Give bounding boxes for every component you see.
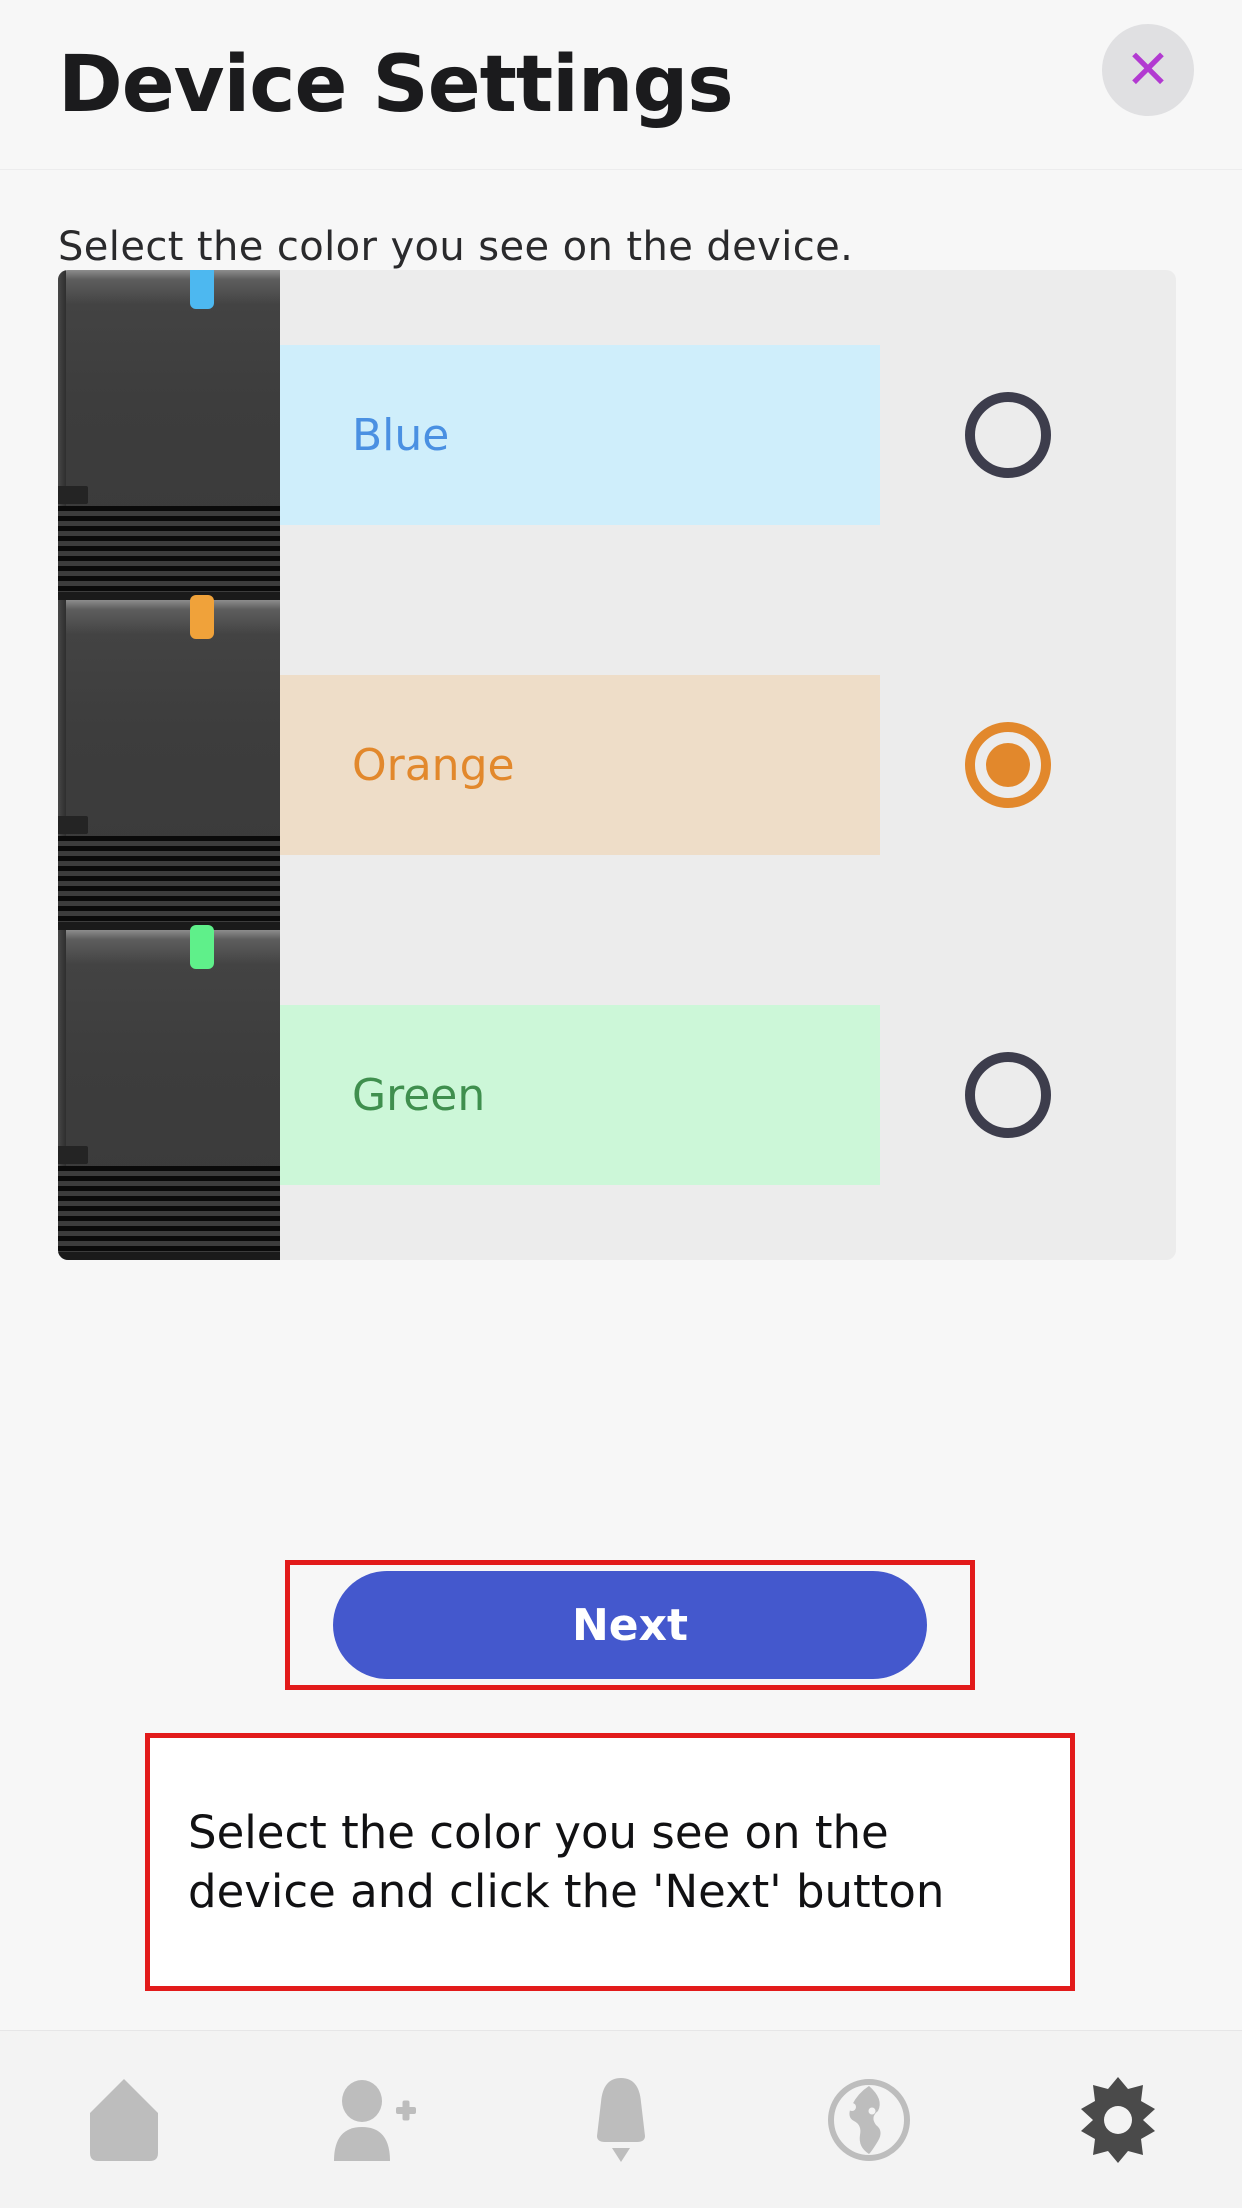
- header: Device Settings ✕: [0, 0, 1242, 170]
- device-grille-cap: [58, 922, 280, 930]
- radio-cell: [880, 1052, 1176, 1138]
- color-radio-button[interactable]: [965, 722, 1051, 808]
- callout-line-2: device and click the 'Next' button: [188, 1865, 945, 1918]
- radio-cell: [880, 722, 1176, 808]
- next-button-highlight: Next: [285, 1560, 975, 1690]
- device-image: [58, 595, 280, 930]
- radio-dot: [986, 743, 1030, 787]
- callout-text: Select the color you see on the device a…: [188, 1803, 944, 1922]
- tab-globe[interactable]: [745, 2031, 993, 2208]
- tab-home[interactable]: [0, 2031, 248, 2208]
- add-person-icon: [333, 2079, 416, 2161]
- main-content: Select the color you see on the device. …: [0, 170, 1242, 2030]
- next-button[interactable]: Next: [333, 1571, 927, 1679]
- color-swatch: Blue: [280, 345, 880, 525]
- device-grille: [58, 506, 280, 596]
- radio-dot: [986, 1073, 1030, 1117]
- device-grille: [58, 1166, 280, 1256]
- device-settings-screen: Device Settings ✕ Select the color you s…: [0, 0, 1242, 2208]
- device-led-indicator: [190, 595, 214, 639]
- color-swatch: Orange: [280, 675, 880, 855]
- device-image: [58, 270, 280, 600]
- device-image: [58, 925, 280, 1260]
- instruction-callout: Select the color you see on the device a…: [145, 1733, 1075, 1991]
- gear-icon: [1080, 2076, 1155, 2163]
- color-option-row[interactable]: Orange: [58, 595, 1176, 930]
- callout-line-1: Select the color you see on the: [188, 1805, 889, 1859]
- globe-icon: [828, 2078, 911, 2161]
- color-label: Blue: [352, 409, 450, 461]
- device-port: [58, 816, 88, 834]
- device-grille-cap: [58, 592, 280, 600]
- page-title: Device Settings: [58, 39, 734, 130]
- color-swatch: Green: [280, 1005, 880, 1185]
- color-label: Green: [352, 1069, 486, 1121]
- radio-dot: [986, 413, 1030, 457]
- color-label: Orange: [352, 739, 515, 791]
- color-option-row[interactable]: Green: [58, 925, 1176, 1260]
- color-radio-button[interactable]: [965, 1052, 1051, 1138]
- color-option-row[interactable]: Blue: [58, 270, 1176, 600]
- color-options-list: Blue Orange Green: [58, 270, 1176, 1260]
- device-port: [58, 486, 88, 504]
- tab-settings[interactable]: [994, 2031, 1242, 2208]
- device-port: [58, 1146, 88, 1164]
- device-grille: [58, 836, 280, 926]
- device-grille-cap: [58, 1252, 280, 1260]
- color-radio-button[interactable]: [965, 392, 1051, 478]
- bottom-navigation: [0, 2030, 1242, 2208]
- close-button[interactable]: ✕: [1102, 24, 1194, 116]
- tab-notifications[interactable]: [497, 2031, 745, 2208]
- device-led-indicator: [190, 270, 214, 309]
- tab-add-person[interactable]: [248, 2031, 496, 2208]
- radio-cell: [880, 392, 1176, 478]
- bell-icon: [597, 2077, 646, 2162]
- close-icon: ✕: [1125, 38, 1171, 101]
- instruction-text: Select the color you see on the device.: [58, 224, 854, 270]
- device-led-indicator: [190, 925, 214, 969]
- home-icon: [90, 2078, 159, 2161]
